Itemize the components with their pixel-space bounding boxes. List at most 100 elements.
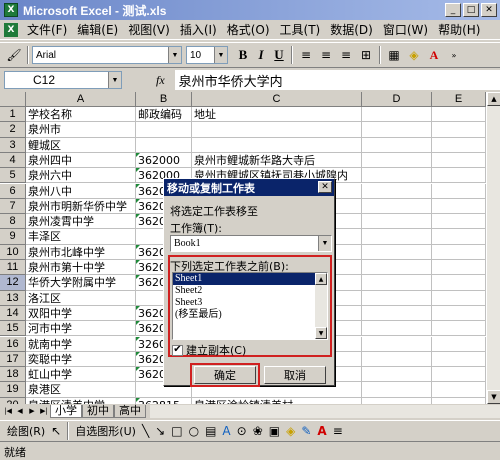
row-header[interactable]: 1 — [0, 107, 26, 123]
fill-color-icon[interactable]: ◈ — [404, 45, 424, 65]
borders-icon[interactable]: ▦ — [384, 45, 404, 65]
table-cell[interactable] — [432, 107, 486, 123]
table-cell[interactable] — [432, 168, 486, 184]
row-header[interactable]: 10 — [0, 244, 26, 260]
table-cell[interactable] — [432, 198, 486, 215]
row-header[interactable]: 11 — [0, 260, 26, 276]
table-cell[interactable] — [432, 336, 486, 352]
scroll-down-icon[interactable]: ▼ — [315, 327, 327, 339]
table-cell[interactable]: 虹山中学 — [26, 367, 136, 383]
menu-edit[interactable]: 编辑(E) — [72, 21, 123, 38]
table-cell[interactable]: 泉州凌霄中学 — [26, 214, 136, 230]
table-cell[interactable] — [362, 382, 432, 398]
table-cell[interactable] — [192, 137, 362, 153]
row-header[interactable]: 12 — [0, 275, 26, 291]
wordart-icon[interactable]: A — [219, 424, 233, 438]
row-header[interactable]: 18 — [0, 367, 26, 383]
table-cell[interactable] — [362, 183, 432, 199]
column-header[interactable]: C — [192, 92, 362, 107]
table-cell[interactable] — [362, 321, 432, 337]
formula-input[interactable]: 泉州市华侨大学内 — [174, 70, 500, 90]
draw-menu-button[interactable]: 绘图(R) — [4, 423, 48, 439]
menu-help[interactable]: 帮助(H) — [433, 21, 485, 38]
first-sheet-icon[interactable]: |◀ — [2, 405, 14, 417]
row-header[interactable]: 4 — [0, 152, 26, 169]
table-cell[interactable] — [432, 290, 486, 306]
autoshapes-menu-button[interactable]: 自选图形(U) — [72, 423, 139, 439]
table-cell[interactable]: 泉州四中 — [26, 152, 136, 169]
list-item[interactable]: Sheet3 — [173, 297, 315, 309]
list-scrollbar[interactable]: ▲ ▼ — [315, 273, 327, 339]
table-cell[interactable]: 双阳中学 — [26, 305, 136, 322]
font-name-select[interactable]: Arial ▼ — [32, 46, 182, 64]
align-left-icon[interactable]: ≡ — [296, 45, 316, 65]
table-cell[interactable] — [432, 229, 486, 245]
table-cell[interactable] — [432, 351, 486, 368]
document-icon[interactable]: X — [4, 22, 18, 37]
toolbar-options-icon[interactable]: » — [444, 45, 464, 65]
minimize-button[interactable]: _ — [445, 3, 461, 17]
table-cell[interactable] — [362, 107, 432, 123]
maximize-button[interactable]: □ — [463, 3, 479, 17]
close-window-button[interactable]: ✕ — [481, 3, 497, 17]
menu-tools[interactable]: 工具(T) — [275, 21, 326, 38]
textbox-icon[interactable]: ▤ — [202, 424, 219, 438]
table-cell[interactable] — [432, 122, 486, 138]
table-cell[interactable]: 河市中学 — [26, 321, 136, 337]
merge-center-icon[interactable]: ⊞ — [356, 45, 376, 65]
menu-data[interactable]: 数据(D) — [325, 21, 378, 38]
prev-sheet-icon[interactable]: ◀ — [14, 405, 26, 417]
align-center-icon[interactable]: ≡ — [316, 45, 336, 65]
chevron-down-icon[interactable]: ▼ — [214, 47, 227, 63]
diagram-icon[interactable]: ⊙ — [234, 424, 250, 438]
table-cell[interactable] — [362, 336, 432, 352]
bold-button[interactable]: B — [234, 46, 252, 64]
workbook-select[interactable]: Book1 ▼ — [170, 235, 332, 252]
list-item[interactable]: Sheet2 — [173, 285, 315, 297]
table-cell[interactable]: 泉州市鲤城新华路大寺后 — [192, 152, 362, 169]
table-cell[interactable] — [362, 351, 432, 368]
column-header[interactable]: D — [362, 92, 432, 107]
table-cell[interactable] — [432, 275, 486, 291]
table-cell[interactable]: 就南中学 — [26, 336, 136, 352]
table-cell[interactable] — [362, 122, 432, 138]
chevron-down-icon[interactable]: ▼ — [168, 47, 181, 63]
table-cell[interactable] — [136, 122, 192, 138]
line-color-icon[interactable]: ✎ — [298, 424, 314, 438]
table-cell[interactable]: 丰泽区 — [26, 229, 136, 245]
row-header[interactable]: 15 — [0, 321, 26, 337]
table-cell[interactable]: 泉州市 — [26, 122, 136, 138]
column-header[interactable]: B — [136, 92, 192, 107]
scroll-down-icon[interactable]: ▼ — [487, 390, 500, 404]
table-cell[interactable] — [362, 229, 432, 245]
list-item[interactable]: (移至最后) — [173, 309, 315, 321]
table-cell[interactable] — [432, 152, 486, 169]
table-cell[interactable] — [362, 214, 432, 230]
table-cell[interactable] — [432, 382, 486, 398]
tab-primary-school[interactable]: 小学 — [50, 404, 82, 418]
table-cell[interactable] — [432, 321, 486, 337]
row-header[interactable]: 14 — [0, 305, 26, 322]
arrow-icon[interactable]: ↘ — [152, 424, 168, 438]
clipart-icon[interactable]: ❀ — [250, 424, 266, 438]
table-cell[interactable]: 泉州市明新华侨中学 — [26, 198, 136, 215]
tab-junior-high[interactable]: 初中 — [82, 404, 114, 418]
italic-button[interactable]: I — [252, 46, 270, 64]
font-color-icon[interactable]: A — [424, 45, 444, 65]
table-cell[interactable] — [362, 305, 432, 322]
row-header[interactable]: 9 — [0, 229, 26, 245]
picture-icon[interactable]: ▣ — [266, 424, 283, 438]
vertical-scrollbar[interactable]: ▲ ▼ — [486, 92, 500, 404]
row-header[interactable]: 5 — [0, 168, 26, 184]
format-painter-icon[interactable]: 🖌 — [4, 45, 24, 65]
list-item[interactable]: Sheet1 — [173, 273, 315, 285]
table-cell[interactable] — [432, 183, 486, 199]
table-cell[interactable] — [362, 290, 432, 306]
table-cell[interactable]: 学校名称 — [26, 107, 136, 123]
table-cell[interactable] — [362, 367, 432, 383]
last-sheet-icon[interactable]: ▶| — [38, 405, 50, 417]
horizontal-scrollbar[interactable] — [150, 404, 500, 418]
row-header[interactable]: 7 — [0, 198, 26, 215]
row-header[interactable]: 2 — [0, 122, 26, 138]
table-cell[interactable] — [362, 244, 432, 260]
